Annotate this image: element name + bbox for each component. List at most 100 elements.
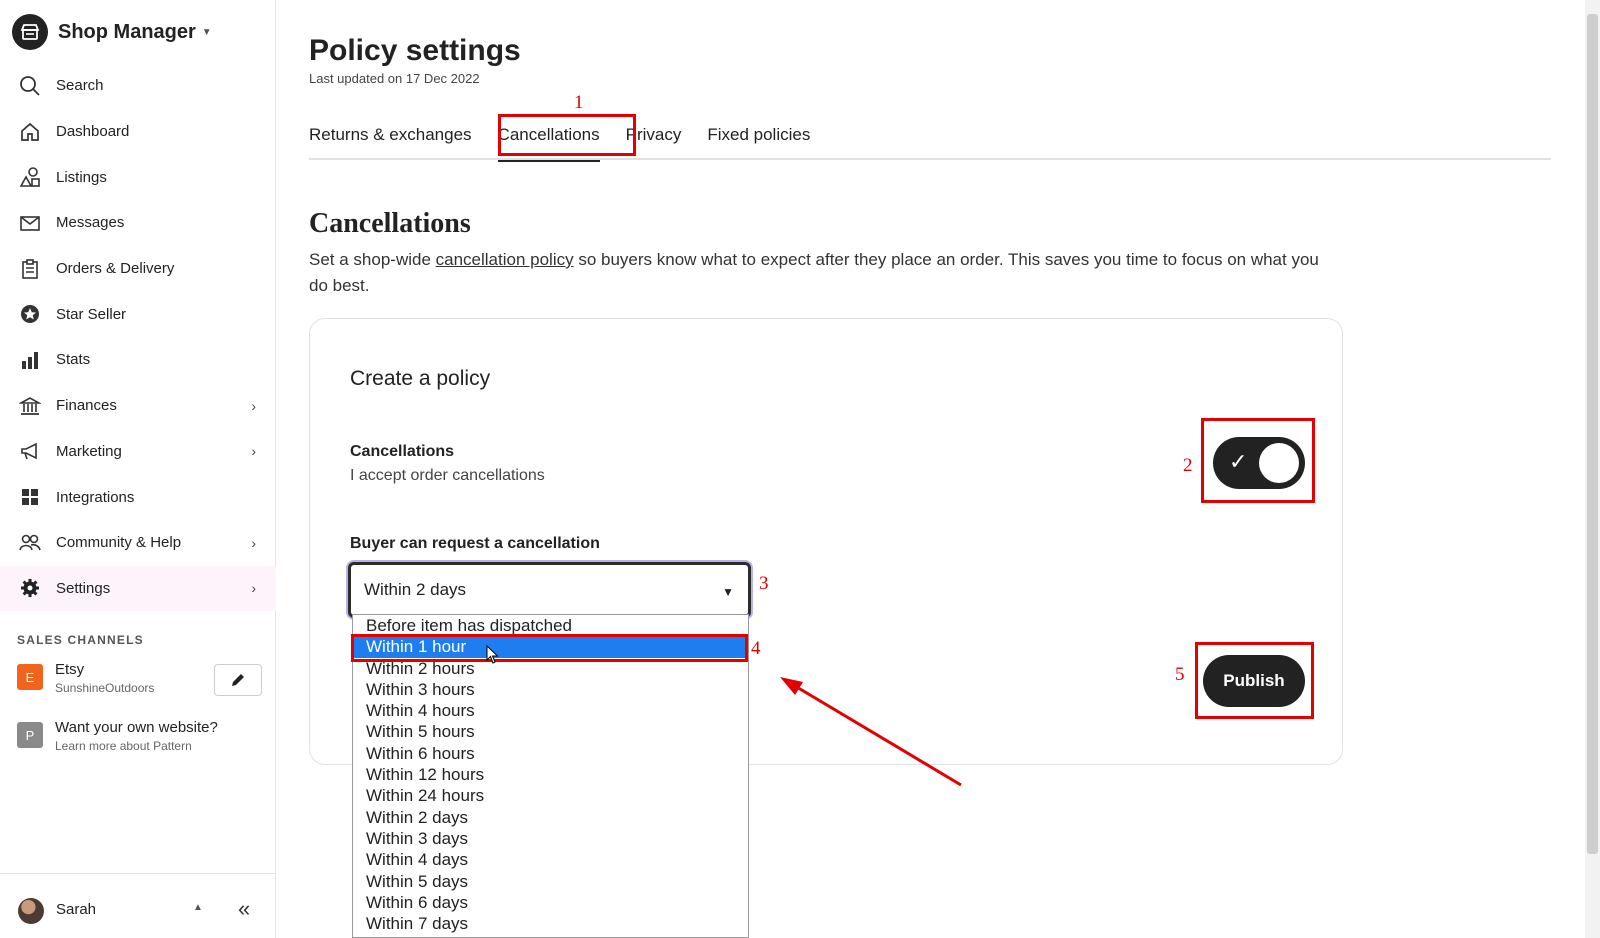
cancellation-window-options: Before item has dispatched Within 1 hour… bbox=[352, 614, 749, 938]
channel-name: Want your own website? bbox=[55, 719, 218, 736]
channel-name: Etsy bbox=[55, 661, 85, 678]
cancellations-toggle[interactable]: ✓ bbox=[1213, 437, 1305, 489]
section-description: Set a shop-wide cancellation policy so b… bbox=[309, 247, 1324, 299]
dropdown-option[interactable]: Within 5 days bbox=[353, 871, 748, 892]
cancellations-sub: I accept order cancellations bbox=[350, 467, 545, 484]
card-title: Create a policy bbox=[350, 367, 491, 390]
dropdown-option[interactable]: Within 2 hours bbox=[353, 658, 748, 679]
dropdown-option[interactable]: Within 6 hours bbox=[353, 743, 748, 764]
sidebar-item-integrations[interactable]: Integrations bbox=[0, 474, 276, 520]
channel-pattern[interactable]: P Want your own website? Learn more abou… bbox=[17, 719, 218, 753]
channel-etsy[interactable]: E Etsy SunshineOutdoors bbox=[17, 661, 154, 695]
dropdown-option[interactable]: Within 24 hours bbox=[353, 785, 748, 806]
sidebar-item-label: Search bbox=[56, 77, 104, 95]
gear-icon bbox=[18, 576, 42, 600]
sidebar: Shop Manager ▼ Search Dashboard Listings… bbox=[0, 0, 276, 938]
shop-manager-menu[interactable]: Shop Manager ▼ bbox=[12, 14, 212, 50]
dropdown-option[interactable]: Within 4 days bbox=[353, 849, 748, 870]
last-updated: Last updated on 17 Dec 2022 bbox=[309, 71, 480, 86]
sidebar-item-label: Finances bbox=[56, 397, 117, 415]
mouse-cursor-icon bbox=[486, 645, 499, 664]
desc-text: Set a shop-wide bbox=[309, 250, 436, 269]
sales-channels-heading: SALES CHANNELS bbox=[17, 633, 144, 647]
sidebar-item-finances[interactable]: Finances › bbox=[0, 383, 276, 429]
dropdown-option[interactable]: Within 3 hours bbox=[353, 679, 748, 700]
sidebar-item-dashboard[interactable]: Dashboard bbox=[0, 109, 276, 155]
annotation-number-3: 3 bbox=[759, 573, 769, 594]
sidebar-item-stats[interactable]: Stats bbox=[0, 337, 276, 383]
buyer-request-label: Buyer can request a cancellation bbox=[350, 535, 600, 552]
tab-fixed-policies[interactable]: Fixed policies bbox=[707, 118, 810, 160]
pattern-badge: P bbox=[17, 722, 43, 748]
clipboard-icon bbox=[18, 257, 42, 281]
cancellation-window-select[interactable]: Within 2 days ▼ bbox=[348, 562, 751, 618]
sidebar-footer: Sarah ▲ « bbox=[0, 873, 276, 938]
toggle-knob bbox=[1259, 443, 1299, 483]
listings-icon bbox=[18, 165, 42, 189]
sidebar-item-search[interactable]: Search bbox=[0, 63, 276, 109]
envelope-icon bbox=[18, 211, 42, 235]
sidebar-item-listings[interactable]: Listings bbox=[0, 154, 276, 200]
dropdown-option[interactable]: Within 12 hours bbox=[353, 764, 748, 785]
dropdown-option[interactable]: Within 4 hours bbox=[353, 700, 748, 721]
select-value: Within 2 days bbox=[364, 580, 467, 599]
bar-chart-icon bbox=[18, 348, 42, 372]
publish-button[interactable]: Publish bbox=[1203, 655, 1305, 707]
avatar[interactable] bbox=[18, 898, 44, 924]
dropdown-option[interactable]: Before item has dispatched bbox=[353, 615, 748, 636]
bank-icon bbox=[18, 394, 42, 418]
search-icon bbox=[18, 74, 42, 98]
channel-sub: SunshineOutdoors bbox=[55, 681, 155, 695]
sidebar-item-label: Stats bbox=[56, 351, 91, 369]
dropdown-option[interactable]: Within 6 days bbox=[353, 892, 748, 913]
page-scrollbar[interactable] bbox=[1585, 0, 1600, 938]
sidebar-item-settings[interactable]: Settings › bbox=[0, 565, 276, 612]
annotation-number-2: 2 bbox=[1183, 455, 1193, 476]
sidebar-item-orders[interactable]: Orders & Delivery bbox=[0, 246, 276, 292]
edit-channel-button[interactable] bbox=[214, 664, 262, 696]
dropdown-option[interactable]: Within 5 hours bbox=[353, 721, 748, 742]
sidebar-nav: Search Dashboard Listings Messages Order… bbox=[0, 63, 276, 612]
sidebar-item-label: Star Seller bbox=[56, 305, 127, 323]
sidebar-item-label: Dashboard bbox=[56, 123, 130, 141]
chevron-right-icon: › bbox=[251, 580, 256, 597]
user-name[interactable]: Sarah bbox=[56, 901, 96, 918]
sidebar-item-label: Messages bbox=[56, 214, 125, 232]
cancellations-label: Cancellations bbox=[350, 443, 455, 460]
tab-cancellations[interactable]: Cancellations bbox=[497, 118, 600, 162]
shop-icon bbox=[12, 14, 48, 50]
tab-returns-exchanges[interactable]: Returns & exchanges bbox=[309, 118, 472, 160]
brand-title: Shop Manager bbox=[58, 20, 196, 43]
sidebar-item-label: Community & Help bbox=[56, 534, 182, 552]
chevron-right-icon: › bbox=[251, 397, 256, 414]
sidebar-item-label: Settings bbox=[56, 579, 111, 597]
dropdown-option[interactable]: Within 2 days bbox=[353, 807, 748, 828]
dropdown-option-highlighted[interactable]: Within 1 hour bbox=[353, 636, 748, 658]
sidebar-item-messages[interactable]: Messages bbox=[0, 200, 276, 246]
cancellation-policy-link[interactable]: cancellation policy bbox=[436, 250, 574, 269]
caret-up-icon[interactable]: ▲ bbox=[193, 902, 203, 913]
sidebar-item-star-seller[interactable]: Star Seller bbox=[0, 291, 276, 337]
sidebar-item-label: Marketing bbox=[56, 442, 122, 460]
collapse-sidebar-icon[interactable]: « bbox=[238, 896, 250, 922]
star-badge-icon bbox=[18, 302, 42, 326]
page-title: Policy settings bbox=[309, 34, 521, 67]
annotation-number-5: 5 bbox=[1175, 664, 1185, 685]
annotation-number-1: 1 bbox=[574, 92, 584, 113]
policy-tabs: Returns & exchanges Cancellations Privac… bbox=[309, 118, 1551, 162]
dropdown-option[interactable]: Within 3 days bbox=[353, 828, 748, 849]
sidebar-item-label: Listings bbox=[56, 168, 107, 186]
dropdown-option[interactable]: Within 7 days bbox=[353, 913, 748, 934]
people-icon bbox=[18, 531, 42, 555]
chevron-right-icon: › bbox=[251, 534, 256, 551]
tab-privacy[interactable]: Privacy bbox=[626, 118, 682, 160]
sidebar-item-community[interactable]: Community & Help › bbox=[0, 520, 276, 566]
sidebar-item-marketing[interactable]: Marketing › bbox=[0, 429, 276, 475]
channel-sub: Learn more about Pattern bbox=[55, 739, 192, 753]
sidebar-item-label: Integrations bbox=[56, 488, 135, 506]
home-icon bbox=[18, 120, 42, 144]
pencil-icon bbox=[232, 674, 244, 686]
scrollbar-thumb[interactable] bbox=[1587, 14, 1598, 854]
annotation-number-4: 4 bbox=[751, 638, 761, 659]
caret-down-icon: ▼ bbox=[722, 585, 734, 599]
